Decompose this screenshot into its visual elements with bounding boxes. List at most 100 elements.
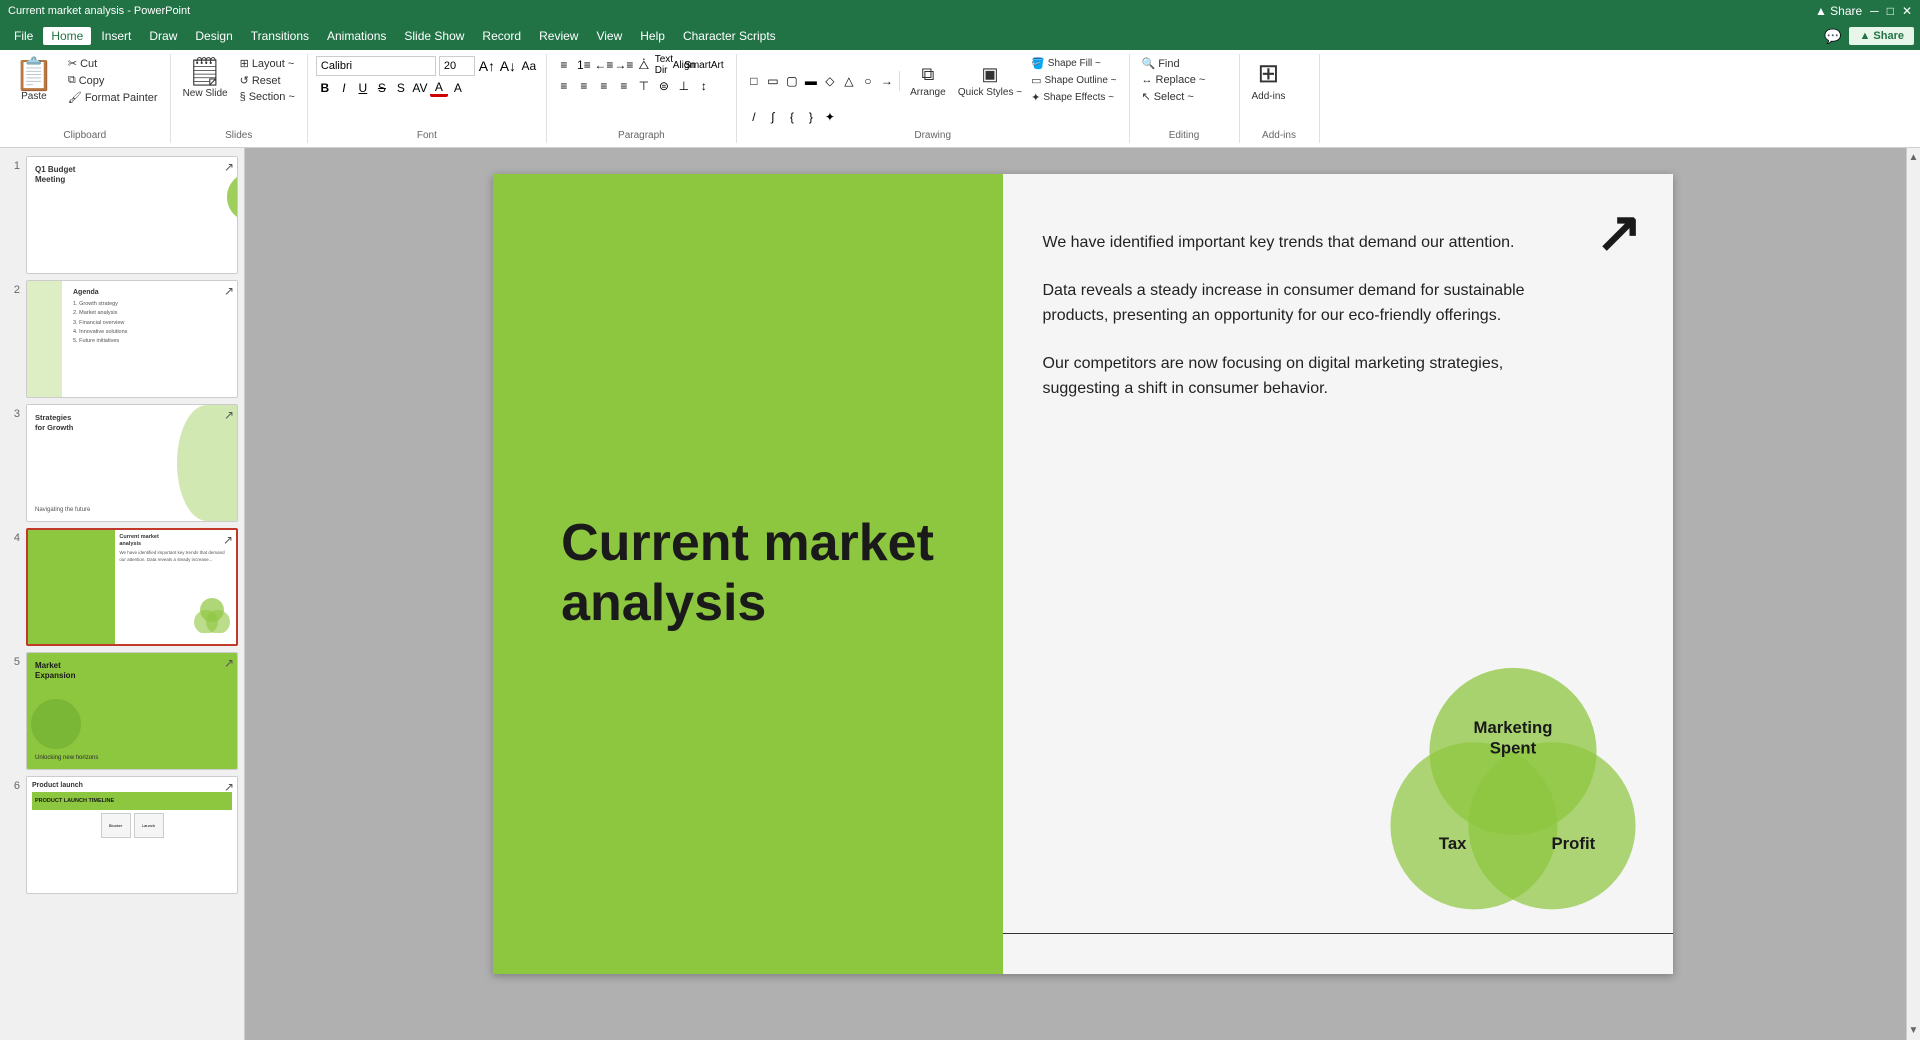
comments-button[interactable]: 💬 <box>1824 28 1841 45</box>
slide-paragraph-1[interactable]: We have identified important key trends … <box>1043 230 1527 256</box>
scrollbar-right[interactable]: ▲ ▼ <box>1906 148 1920 1040</box>
menu-record[interactable]: Record <box>474 27 529 45</box>
slide-paragraph-3[interactable]: Our competitors are now focusing on digi… <box>1043 351 1527 402</box>
shape-brace2[interactable]: } <box>802 108 820 126</box>
slide-thumb-5[interactable]: 5 MarketExpansion Unlocking new horizons… <box>6 652 238 770</box>
slide-canvas[interactable]: Current marketanalysis ↗ We have identif… <box>493 174 1673 974</box>
bold-button[interactable]: B <box>316 79 334 97</box>
maximize-button[interactable]: □ <box>1887 4 1894 18</box>
align-center-button[interactable]: ≡ <box>575 77 593 95</box>
decrease-indent-button[interactable]: ←≡ <box>595 56 613 74</box>
menu-slideshow[interactable]: Slide Show <box>396 27 472 45</box>
align-top-button[interactable]: ⊤ <box>635 77 653 95</box>
bullets-button[interactable]: ≡ <box>555 56 573 74</box>
canvas-area: Current marketanalysis ↗ We have identif… <box>245 148 1920 1040</box>
shape-outline-button[interactable]: ▭ Shape Outline ~ <box>1027 73 1120 88</box>
slide-thumb-2[interactable]: 2 Agenda 1. Growth strategy 2. Market an… <box>6 280 238 398</box>
menu-home[interactable]: Home <box>43 27 91 45</box>
slide-thumb-4[interactable]: 4 Current marketanalysis We have identif… <box>6 528 238 646</box>
shadow-button[interactable]: S <box>392 79 410 97</box>
menu-insert[interactable]: Insert <box>93 27 139 45</box>
reset-button[interactable]: ↺ Reset <box>236 73 299 88</box>
text-highlight-button[interactable]: A <box>449 79 467 97</box>
shape-rect2[interactable]: ▭ <box>764 72 782 90</box>
svg-text:Marketing: Marketing <box>1473 718 1552 737</box>
arrange-button[interactable]: ⧉ Arrange <box>903 62 953 100</box>
format-painter-button[interactable]: 🖌 Format Painter <box>64 90 162 105</box>
shape-triangle[interactable]: △ <box>840 72 858 90</box>
shape-rect[interactable]: □ <box>745 72 763 90</box>
find-button[interactable]: 🔍 Find <box>1138 56 1210 71</box>
slide-preview-3[interactable]: Strategiesfor Growth Navigating the futu… <box>26 404 238 522</box>
shape-arrow[interactable]: → <box>878 72 896 90</box>
justify-button[interactable]: ≡ <box>615 77 633 95</box>
menu-file[interactable]: File <box>6 27 41 45</box>
select-button[interactable]: ↖ Select ~ <box>1138 89 1210 104</box>
close-button[interactable]: ✕ <box>1902 4 1912 18</box>
cut-button[interactable]: ✂ Cut <box>64 56 162 71</box>
shape-star[interactable]: ✦ <box>821 108 839 126</box>
columns-button[interactable]: ⧊ <box>635 56 653 74</box>
shape-diamond[interactable]: ◇ <box>821 72 839 90</box>
layout-button[interactable]: ⊞ Layout ~ <box>236 56 299 71</box>
shape-fill-button[interactable]: 🪣 Shape Fill ~ <box>1027 56 1120 71</box>
italic-button[interactable]: I <box>335 79 353 97</box>
slide-title[interactable]: Current marketanalysis <box>521 474 974 674</box>
slide2-link-icon: ↗ <box>224 284 234 298</box>
shape-circle[interactable]: ○ <box>859 72 877 90</box>
slide-preview-6[interactable]: Product launch PRODUCT LAUNCH TIMELINE B… <box>26 776 238 894</box>
slide-num-3: 3 <box>6 408 20 420</box>
menu-view[interactable]: View <box>588 27 630 45</box>
share-button[interactable]: ▲ Share <box>1815 4 1862 18</box>
minimize-button[interactable]: ─ <box>1870 4 1879 18</box>
font-increase-button[interactable]: A↑ <box>478 57 496 75</box>
strikethrough-button[interactable]: S <box>373 79 391 97</box>
numbering-button[interactable]: 1≡ <box>575 56 593 74</box>
text-direction-button[interactable]: Text Dir <box>655 56 673 74</box>
underline-button[interactable]: U <box>354 79 372 97</box>
quick-styles-button[interactable]: ▣ Quick Styles ~ <box>954 62 1026 100</box>
menu-draw[interactable]: Draw <box>141 27 185 45</box>
addins-button[interactable]: ⊞ Add-ins <box>1248 56 1290 104</box>
smartart-button[interactable]: SmartArt <box>695 56 713 74</box>
shape-effects-button[interactable]: ✦ Shape Effects ~ <box>1027 90 1120 105</box>
menu-review[interactable]: Review <box>531 27 586 45</box>
clear-format-button[interactable]: Aa <box>520 57 538 75</box>
slide-thumb-6[interactable]: 6 Product launch PRODUCT LAUNCH TIMELINE… <box>6 776 238 894</box>
share-ribbon-button[interactable]: ▲ Share <box>1849 27 1914 45</box>
font-color-button[interactable]: A <box>430 79 448 97</box>
menu-animations[interactable]: Animations <box>319 27 394 45</box>
paste-button[interactable]: 📋 Paste <box>8 56 60 104</box>
new-slide-button[interactable]: 🗒 New Slide <box>179 56 232 101</box>
slide-preview-4[interactable]: Current marketanalysis We have identifie… <box>26 528 238 646</box>
slide-paragraph-2[interactable]: Data reveals a steady increase in consum… <box>1043 278 1527 329</box>
copy-button[interactable]: ⧉ Copy <box>64 73 162 88</box>
replace-button[interactable]: ↔ Replace ~ <box>1138 73 1210 87</box>
menu-character-scripts[interactable]: Character Scripts <box>675 27 784 45</box>
char-spacing-button[interactable]: AV <box>411 79 429 97</box>
align-right-button[interactable]: ≡ <box>595 77 613 95</box>
increase-indent-button[interactable]: →≡ <box>615 56 633 74</box>
shape-rect3[interactable]: ▬ <box>802 72 820 90</box>
font-family-input[interactable] <box>316 56 436 76</box>
menu-design[interactable]: Design <box>187 27 240 45</box>
slide-preview-5[interactable]: MarketExpansion Unlocking new horizons ↗ <box>26 652 238 770</box>
menu-transitions[interactable]: Transitions <box>243 27 317 45</box>
align-bottom-button[interactable]: ⊥ <box>675 77 693 95</box>
slide-preview-1[interactable]: Q1 BudgetMeeting ↗ <box>26 156 238 274</box>
slide-preview-2[interactable]: Agenda 1. Growth strategy 2. Market anal… <box>26 280 238 398</box>
shape-rounded-rect[interactable]: ▢ <box>783 72 801 90</box>
slide-thumb-1[interactable]: 1 Q1 BudgetMeeting ↗ <box>6 156 238 274</box>
clipboard-group: 📋 Paste ✂ Cut ⧉ Copy 🖌 <box>0 54 171 143</box>
font-decrease-button[interactable]: A↓ <box>499 57 517 75</box>
section-button[interactable]: § Section ~ <box>236 90 299 104</box>
font-size-input[interactable] <box>439 56 475 76</box>
slide-thumb-3[interactable]: 3 Strategiesfor Growth Navigating the fu… <box>6 404 238 522</box>
align-left-button[interactable]: ≡ <box>555 77 573 95</box>
shape-line[interactable]: / <box>745 108 763 126</box>
line-spacing-button[interactable]: ↕ <box>695 77 713 95</box>
align-middle-button[interactable]: ⊜ <box>655 77 673 95</box>
menu-help[interactable]: Help <box>632 27 673 45</box>
shape-curve[interactable]: ∫ <box>764 108 782 126</box>
shape-brace[interactable]: { <box>783 108 801 126</box>
